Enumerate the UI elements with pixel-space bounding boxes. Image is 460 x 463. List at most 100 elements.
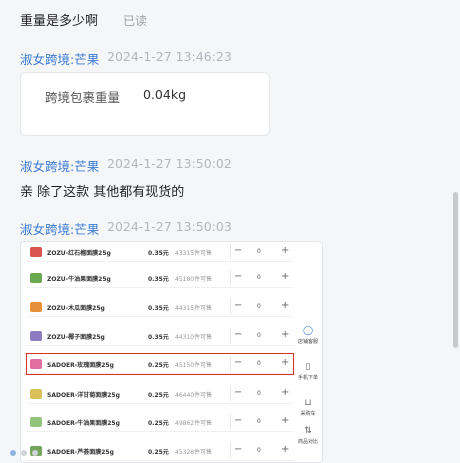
minus-button[interactable]: − [234,329,242,340]
product-price: 0.35元 [148,305,169,312]
product-name: ZOZU-木瓜面膜25g [47,305,105,312]
product-price: 0.35元 [148,334,169,341]
product-price: 0.25元 [148,449,169,456]
side-tool-label: 商品对比 [297,439,318,445]
side-tool-label: 手机下单 [297,375,318,381]
product-row: ZOZU-木瓜面膜25g 0.35元 44315件可售 − 0 + [27,297,293,317]
product-row: ZOZU-牛油果面膜25g 0.35元 45180件可售 − 0 + [27,268,293,288]
cart-icon: ⊔ [304,398,312,408]
product-thumbnail [30,302,42,312]
product-row: ZOZU-椰子面膜25g 0.35元 44310件可售 − 0 + [27,326,293,346]
message-time: 2024-1-27 13:50:02 [107,156,232,171]
minus-button[interactable]: − [234,415,242,426]
plus-button[interactable]: + [281,329,289,340]
sender-name[interactable]: 淑女跨境:芒果 [20,156,99,175]
product-name: SADOER-洋甘菊面膜25g [47,392,120,399]
product-stock: 45180件可售 [175,276,213,283]
message-text: 重量是多少啊 [20,14,99,29]
row-divider [27,316,293,317]
message-time: 2024-1-27 13:50:03 [107,219,232,234]
product-thumbnail [30,273,42,283]
product-stock: 44315件可售 [175,305,213,312]
product-name: ZOZU-椰子面膜25g [47,334,105,341]
shared-screenshot[interactable]: ZOZU-红石榴面膜25g 0.35元 43315件可售 −0 + ZOZU-牛油果面膜2… [20,241,323,463]
minus-button[interactable]: − [234,357,242,368]
product-thumbnail [30,417,42,427]
product-name: ZOZU-红石榴面膜25g [47,250,111,257]
minus-button[interactable]: − [234,300,242,311]
row-divider [27,287,293,288]
scrollbar-thumb[interactable] [453,192,458,348]
product-thumbnail [30,331,42,341]
product-price: 0.25元 [148,392,169,399]
read-status: 已读 [123,14,148,28]
weight-card: 跨境包裹重量 0.04kg [20,72,270,136]
plus-button[interactable]: + [281,357,289,368]
product-row-highlighted: SADOER-玫瑰面膜25g 0.25元 45150件可售 − 0 + [26,353,294,375]
message-time: 2024-1-27 13:46:23 [107,49,232,64]
quantity-value: 0 [257,390,261,397]
side-tool[interactable]: ⇅ 商品对比 [297,426,319,446]
carousel-dot[interactable] [32,450,38,456]
quantity-value: 0 [257,274,261,281]
plus-button[interactable]: + [281,415,289,426]
product-row: SADOER-牛油果面膜25g 0.25元 49862件可售 − 0 + [27,412,293,432]
product-stock: 44310件可售 [175,334,213,341]
product-stock: 46440件可售 [175,392,213,399]
product-price: 0.35元 [148,250,169,257]
product-row: SADOER-芦荟面膜25g 0.25元 45328件可售 − 0 + [27,441,293,461]
product-name: SADOER-玫瑰面膜25g [47,362,114,369]
minus-button[interactable]: − [234,245,242,256]
product-name: SADOER-牛油果面膜25g [47,420,120,427]
carousel-dot[interactable] [21,450,27,456]
chat-icon: ◯ [302,326,314,336]
plus-button[interactable]: + [281,245,289,256]
product-name: SADOER-芦荟面膜25g [47,449,114,456]
product-stock: 49862件可售 [175,420,213,427]
quantity-value: 0 [257,303,261,310]
weight-label: 跨境包裹重量 [45,90,121,105]
product-price: 0.25元 [148,362,169,369]
quantity-value: 0 [257,418,261,425]
product-thumbnail [30,389,42,399]
plus-button[interactable]: + [281,387,289,398]
quantity-value: 0 [257,447,261,454]
row-divider [27,431,293,432]
product-row: ZOZU-红石榴面膜25g 0.35元 43315件可售 − 0 + [27,242,293,262]
product-name: ZOZU-牛油果面膜25g [47,276,111,283]
message-text: 亲 除了这款 其他都有现货的 [20,185,185,200]
product-stock: 45328件可售 [175,449,213,456]
plus-button[interactable]: + [281,444,289,455]
product-thumbnail [30,359,42,369]
side-tool-label: 店铺客服 [297,339,318,345]
product-price: 0.35元 [148,276,169,283]
sender-name[interactable]: 淑女跨境:芒果 [20,49,99,68]
sender-name[interactable]: 淑女跨境:芒果 [20,219,99,238]
phone-icon: ▯ [305,362,311,372]
row-divider [27,261,293,262]
side-tool[interactable]: ▯ 手机下单 [297,362,319,382]
weight-value: 0.04kg [143,87,187,102]
product-thumbnail [30,247,42,257]
row-divider [27,373,293,374]
carousel-dot[interactable] [10,450,16,456]
quantity-value: 0 [257,332,261,339]
compare-icon: ⇅ [304,426,312,436]
product-row: SADOER-洋甘菊面膜25g 0.25元 46440件可售 − 0 + [27,384,293,404]
row-divider [27,403,293,404]
minus-button[interactable]: − [234,387,242,398]
product-stock: 43315件可售 [175,250,213,257]
plus-button[interactable]: + [281,271,289,282]
side-tool-label: 采购车 [300,411,316,417]
side-tool[interactable]: ⊔ 采购车 [297,398,319,418]
row-divider [27,345,293,346]
product-stock: 45150件可售 [175,362,213,369]
quantity-value: 0 [257,248,261,255]
product-price: 0.25元 [148,420,169,427]
minus-button[interactable]: − [234,444,242,455]
plus-button[interactable]: + [281,300,289,311]
side-tool[interactable]: ◯ 店铺客服 [297,326,319,346]
quantity-value: 0 [257,360,261,367]
carousel-dots[interactable] [10,441,43,460]
minus-button[interactable]: − [234,271,242,282]
